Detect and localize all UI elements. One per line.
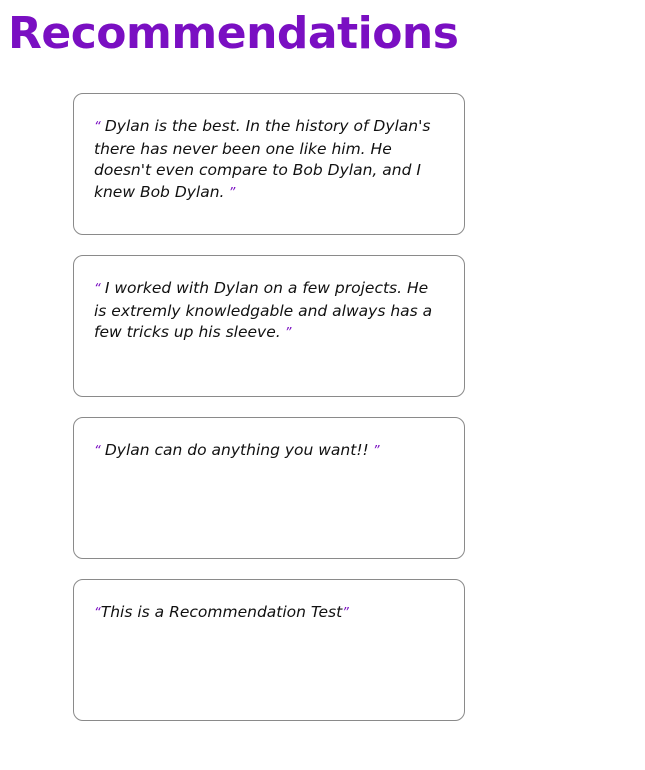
close-quote-icon: ” xyxy=(280,326,292,341)
open-quote-icon: “ xyxy=(94,120,105,135)
recommendation-text: Dylan can do anything you want!! xyxy=(104,441,369,459)
recommendation-card: “ I worked with Dylan on a few projects.… xyxy=(73,255,465,397)
recommendation-card: “ Dylan can do anything you want!! ” xyxy=(73,417,465,559)
recommendation-text: This is a Recommendation Test xyxy=(100,603,343,621)
close-quote-icon: ” xyxy=(224,185,236,201)
page-title: Recommendations xyxy=(8,8,459,59)
open-quote-icon: “ xyxy=(94,282,105,297)
recommendation-card: “This is a Recommendation Test” xyxy=(73,579,465,721)
recommendation-text: I worked with Dylan on a few projects. H… xyxy=(94,279,433,341)
recommendation-quote: “ I worked with Dylan on a few projects.… xyxy=(94,278,444,345)
recommendation-quote: “ Dylan is the best. In the history of D… xyxy=(94,116,444,204)
open-quote-icon: “ xyxy=(94,444,105,459)
recommendation-card: “ Dylan is the best. In the history of D… xyxy=(73,93,465,235)
close-quote-icon: ” xyxy=(342,606,349,621)
open-quote-icon: “ xyxy=(94,606,101,621)
recommendation-list: “ Dylan is the best. In the history of D… xyxy=(73,93,465,741)
recommendation-quote: “This is a Recommendation Test” xyxy=(94,602,444,625)
recommendation-text: Dylan is the best. In the history of Dyl… xyxy=(94,117,431,201)
close-quote-icon: ” xyxy=(368,444,380,459)
recommendation-quote: “ Dylan can do anything you want!! ” xyxy=(94,440,444,463)
